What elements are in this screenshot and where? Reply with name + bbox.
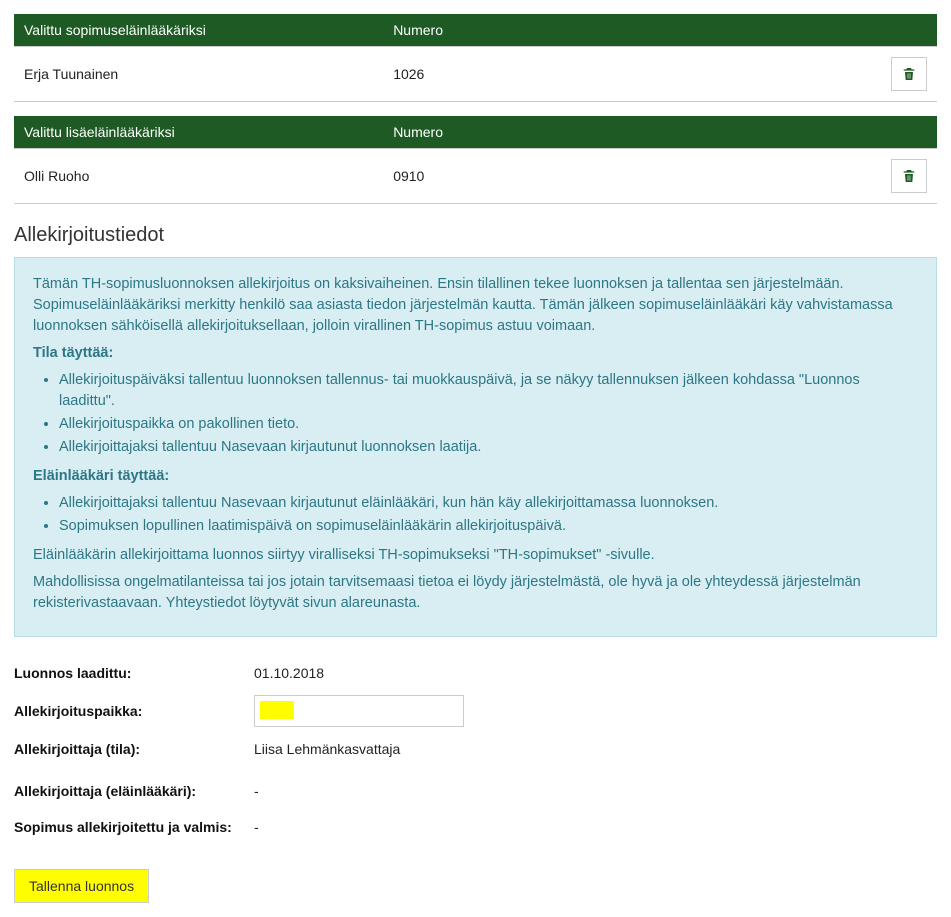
label-sign-place: Allekirjoituspaikka:: [14, 703, 254, 719]
value-signer-vet: -: [254, 783, 259, 799]
info-subtitle-farm: Tila täyttää:: [33, 345, 113, 361]
vet-name: Olli Ruoho: [14, 149, 383, 204]
info-item: Sopimuksen lopullinen laatimispäivä on s…: [59, 516, 918, 537]
trash-icon: [901, 66, 917, 82]
header-number: Numero: [383, 116, 845, 149]
info-paragraph: Tämän TH-sopimusluonnoksen allekirjoitus…: [33, 274, 918, 337]
info-list-farm: Allekirjoituspäiväksi tallentuu luonnoks…: [33, 370, 918, 458]
label-signer-farm: Allekirjoittaja (tila):: [14, 741, 254, 757]
header-number: Numero: [383, 14, 845, 47]
label-signer-vet: Allekirjoittaja (eläinlääkäri):: [14, 783, 254, 799]
value-signed-ready: -: [254, 819, 259, 835]
signature-info-box: Tämän TH-sopimusluonnoksen allekirjoitus…: [14, 257, 937, 637]
info-subtitle-vet: Eläinlääkäri täyttää:: [33, 468, 169, 484]
vet-name: Erja Tuunainen: [14, 47, 383, 102]
save-draft-button[interactable]: Tallenna luonnos: [14, 869, 149, 903]
info-paragraph: Mahdollisissa ongelmatilanteissa tai jos…: [33, 572, 918, 614]
info-list-vet: Allekirjoittajaksi tallentuu Nasevaan ki…: [33, 493, 918, 537]
info-item: Allekirjoittajaksi tallentuu Nasevaan ki…: [59, 493, 918, 514]
info-item: Allekirjoituspäiväksi tallentuu luonnoks…: [59, 370, 918, 412]
vet-number: 1026: [383, 47, 845, 102]
delete-button[interactable]: [891, 159, 927, 193]
signature-form: Luonnos laadittu: 01.10.2018 Allekirjoit…: [14, 659, 937, 841]
table-row: Olli Ruoho 0910: [14, 149, 937, 204]
section-title-signature-info: Allekirjoitustiedot: [14, 224, 937, 247]
additional-vet-table: Valittu lisäeläinlääkäriksi Numero Olli …: [14, 116, 937, 204]
vet-number: 0910: [383, 149, 845, 204]
info-paragraph: Eläinlääkärin allekirjoittama luonnos si…: [33, 545, 918, 566]
delete-button[interactable]: [891, 57, 927, 91]
trash-icon: [901, 168, 917, 184]
info-item: Allekirjoituspaikka on pakollinen tieto.: [59, 414, 918, 435]
table-row: Erja Tuunainen 1026: [14, 47, 937, 102]
value-signer-farm: Liisa Lehmänkasvattaja: [254, 741, 400, 757]
contract-vet-table: Valittu sopimuseläinlääkäriksi Numero Er…: [14, 14, 937, 102]
header-selected-contract-vet: Valittu sopimuseläinlääkäriksi: [14, 14, 383, 47]
label-draft-date: Luonnos laadittu:: [14, 665, 254, 681]
label-signed-ready: Sopimus allekirjoitettu ja valmis:: [14, 819, 254, 835]
header-selected-additional-vet: Valittu lisäeläinlääkäriksi: [14, 116, 383, 149]
value-draft-date: 01.10.2018: [254, 665, 324, 681]
info-item: Allekirjoittajaksi tallentuu Nasevaan ki…: [59, 437, 918, 458]
highlight-marker: [260, 701, 294, 719]
